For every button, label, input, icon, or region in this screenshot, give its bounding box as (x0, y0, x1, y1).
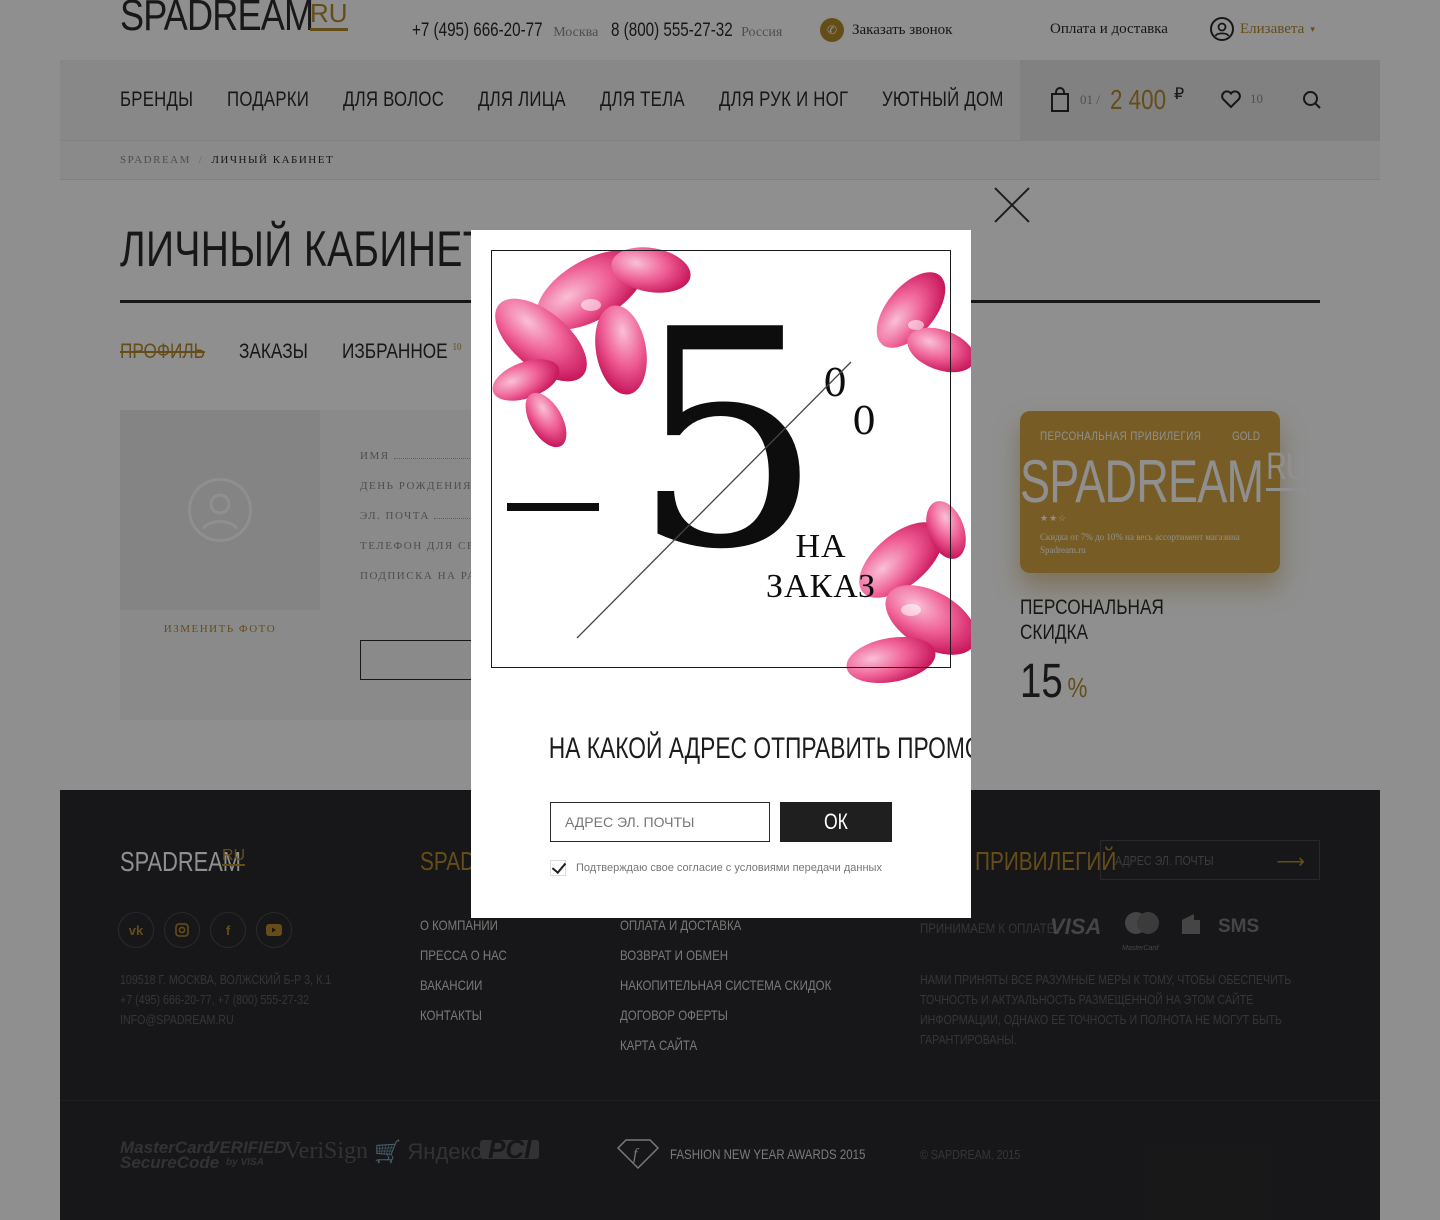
ok-button[interactable]: ОК (780, 802, 892, 842)
promo-modal: 5 0 0 НА ЗАКАЗ НА КАКОЙ АДРЕС ОТПРАВИТЬ П… (471, 230, 971, 918)
promo-email-input[interactable] (550, 802, 770, 842)
percent-slash (576, 361, 852, 639)
page: SPADREAM RU +7 (495) 666-20-77 Москва 8 (… (0, 0, 1440, 1220)
consent-checkbox[interactable]: Подтверждаю свое согласие с условиями пе… (550, 860, 882, 876)
consent-label: Подтверждаю свое согласие с условиями пе… (576, 862, 882, 874)
close-icon[interactable] (994, 187, 1030, 223)
promo-question: НА КАКОЙ АДРЕС ОТПРАВИТЬ ПРОМОКОД? (548, 732, 971, 765)
checkbox-checked-icon[interactable] (550, 860, 566, 876)
